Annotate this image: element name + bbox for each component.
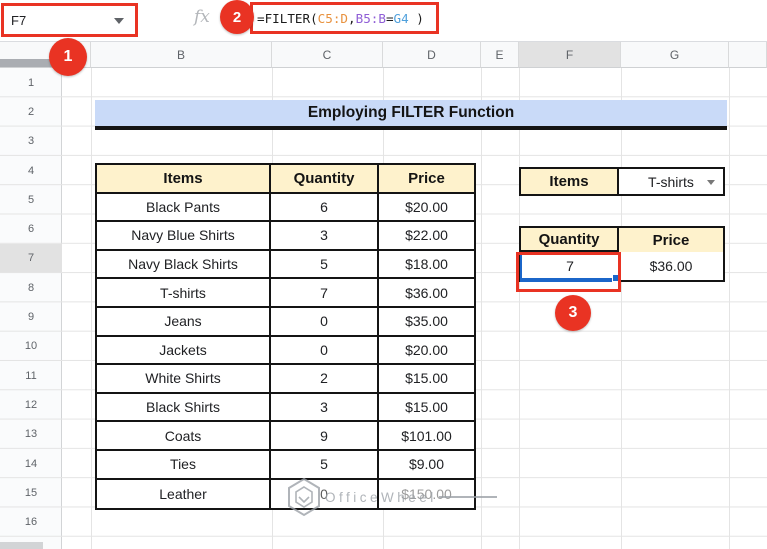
items-table-header-price[interactable]: Price [379, 165, 474, 194]
row-header-9[interactable]: 9 [0, 302, 62, 331]
formula-input[interactable]: =FILTER( C5:D , B5:B = G4 ) [250, 2, 439, 34]
items-table: Items Quantity Price Black Pants 6 $20.0… [95, 163, 476, 510]
result-header-quantity[interactable]: Quantity [521, 228, 619, 252]
formula-part: ) [409, 11, 424, 26]
cell-price[interactable]: $35.00 [379, 308, 474, 337]
column-header-h[interactable] [729, 42, 767, 68]
row-header-6[interactable]: 6 [0, 215, 62, 244]
watermark-text: OfficeWheel [325, 490, 437, 505]
cell-quantity[interactable]: 3 [271, 222, 379, 251]
cell-item[interactable]: Ties [97, 451, 271, 480]
gridline [519, 68, 520, 549]
row-header-1[interactable]: 1 [0, 68, 62, 97]
row-header-5[interactable]: 5 [0, 185, 62, 214]
cell-price[interactable]: $15.00 [379, 394, 474, 423]
cell-quantity[interactable]: 7 [271, 279, 379, 308]
criteria-dropdown[interactable]: T-shirts [619, 169, 723, 194]
spreadsheet-app: F7 fx =FILTER( C5:D , B5:B = G4 ) B C D … [0, 0, 767, 549]
row-header-16[interactable]: 16 [0, 508, 62, 537]
name-box-value: F7 [4, 13, 26, 28]
criteria-value: T-shirts [648, 174, 694, 190]
criteria-table: Items T-shirts [519, 167, 725, 196]
fx-icon: fx [194, 7, 210, 27]
row-header-10[interactable]: 10 [0, 332, 62, 361]
column-header-d[interactable]: D [383, 42, 481, 68]
row-header-11[interactable]: 11 [0, 361, 62, 390]
cell-item[interactable]: Coats [97, 422, 271, 451]
gridline [91, 68, 92, 549]
formula-part: , [348, 11, 356, 26]
gridline [729, 68, 730, 549]
row-header-3[interactable]: 3 [0, 127, 62, 156]
cell-price[interactable]: $15.00 [379, 365, 474, 394]
criteria-label: Items [521, 169, 619, 194]
cell-price[interactable]: $18.00 [379, 251, 474, 280]
dropdown-caret-icon[interactable] [707, 180, 715, 185]
cell-quantity[interactable]: 3 [271, 394, 379, 423]
name-box[interactable]: F7 [1, 3, 138, 37]
row-header-14[interactable]: 14 [0, 449, 62, 478]
officewheel-logo-icon [286, 477, 322, 517]
cell-item[interactable]: Jackets [97, 337, 271, 366]
cell-item[interactable]: Jeans [97, 308, 271, 337]
column-header-f[interactable]: F [519, 42, 621, 68]
cell-quantity[interactable]: 0 [271, 337, 379, 366]
gridline [621, 68, 622, 549]
column-header-g[interactable]: G [621, 42, 729, 68]
cell-price[interactable]: $101.00 [379, 422, 474, 451]
corner-bar [0, 59, 56, 67]
column-header-b[interactable]: B [91, 42, 272, 68]
cell-quantity[interactable]: 5 [271, 251, 379, 280]
watermark: OfficeWheel [286, 477, 497, 517]
annotation-badge-3: 3 [555, 295, 591, 331]
row-header-12[interactable]: 12 [0, 390, 62, 419]
annotation-rect-f7 [516, 252, 621, 292]
name-box-dropdown-icon[interactable] [114, 18, 124, 24]
row-header-4[interactable]: 4 [0, 156, 62, 185]
cell-item[interactable]: Navy Black Shirts [97, 251, 271, 280]
row-header-13[interactable]: 13 [0, 420, 62, 449]
cell-item[interactable]: Navy Blue Shirts [97, 222, 271, 251]
cell-quantity[interactable]: 6 [271, 194, 379, 223]
sheet-title-banner: Employing FILTER Function [95, 100, 727, 130]
cell-item[interactable]: T-shirts [97, 279, 271, 308]
row-header-8[interactable]: 8 [0, 273, 62, 302]
formula-part-range3: G4 [394, 11, 409, 26]
cell-quantity[interactable]: 5 [271, 451, 379, 480]
cell-price[interactable]: $36.00 [379, 279, 474, 308]
annotation-badge-2: 2 [220, 0, 254, 34]
cell-quantity[interactable]: 0 [271, 308, 379, 337]
row-header-2[interactable]: 2 [0, 97, 62, 126]
cell-price[interactable]: $9.00 [379, 451, 474, 480]
row-header-7[interactable]: 7 [0, 244, 62, 273]
annotation-badge-1: 1 [49, 38, 87, 76]
formula-part-range1: C5:D [318, 11, 348, 26]
formula-bar: F7 fx =FILTER( C5:D , B5:B = G4 ) [0, 0, 767, 42]
formula-part: = [386, 11, 394, 26]
result-header-price[interactable]: Price [619, 228, 723, 252]
cell-item[interactable]: Black Shirts [97, 394, 271, 423]
cell-price[interactable]: $22.00 [379, 222, 474, 251]
column-header-row: B C D E F G [0, 42, 767, 68]
watermark-dash [439, 496, 497, 498]
formula-part: =FILTER( [257, 11, 318, 26]
cell-item[interactable]: Black Pants [97, 194, 271, 223]
cell-quantity[interactable]: 9 [271, 422, 379, 451]
cell-price[interactable]: $20.00 [379, 194, 474, 223]
formula-part-range2: B5:B [356, 11, 386, 26]
cell-item[interactable]: Leather [97, 480, 271, 509]
result-cell-price[interactable]: $36.00 [619, 252, 723, 280]
column-header-e[interactable]: E [481, 42, 519, 68]
row-header-15[interactable]: 15 [0, 478, 62, 507]
scroll-corner-block [0, 542, 43, 549]
items-table-header-items[interactable]: Items [97, 165, 271, 194]
items-table-header-quantity[interactable]: Quantity [271, 165, 379, 194]
column-header-c[interactable]: C [272, 42, 383, 68]
cell-item[interactable]: White Shirts [97, 365, 271, 394]
cell-quantity[interactable]: 2 [271, 365, 379, 394]
cell-price[interactable]: $20.00 [379, 337, 474, 366]
